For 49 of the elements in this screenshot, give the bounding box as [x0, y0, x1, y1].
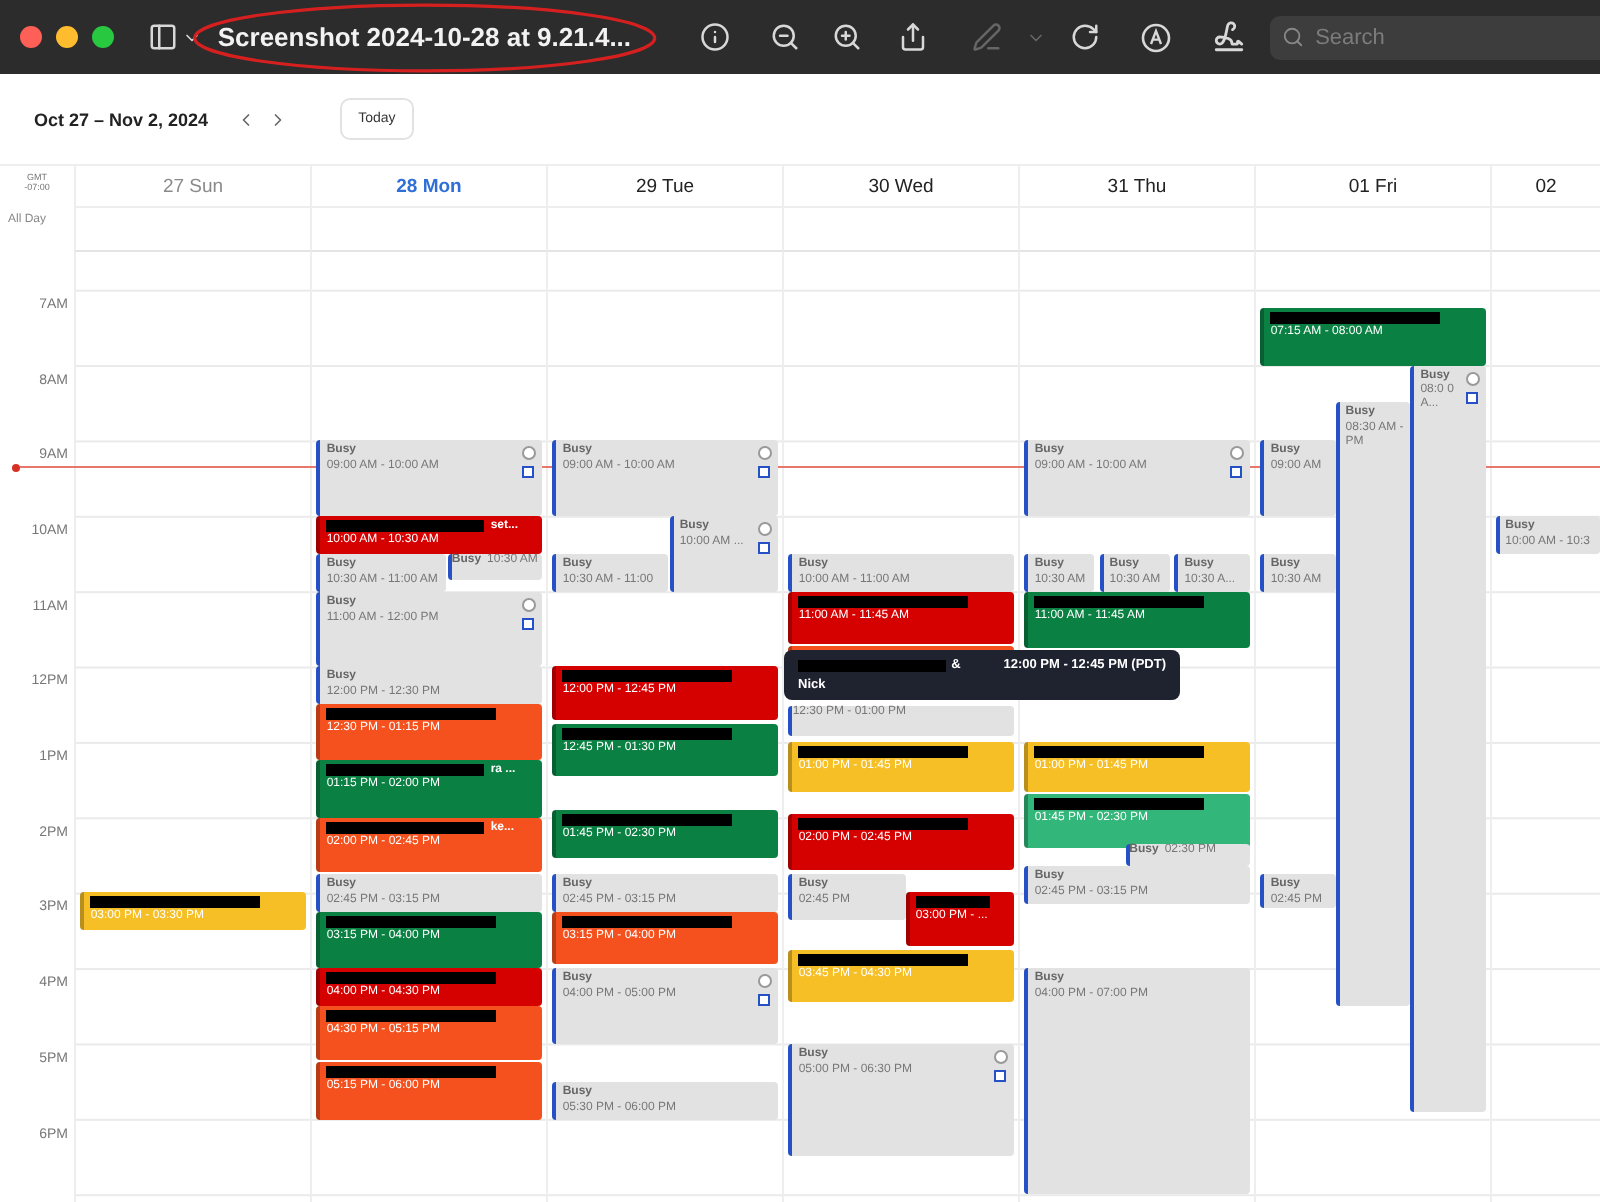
pen-icon[interactable]	[971, 22, 1002, 52]
signature-icon[interactable]	[1211, 20, 1246, 54]
rotate-icon[interactable]	[1069, 22, 1100, 52]
all-day-cell[interactable]	[546, 206, 782, 252]
all-day-cell[interactable]	[74, 206, 310, 252]
circle-icon[interactable]	[1229, 446, 1244, 461]
date-range: Oct 27 – Nov 2, 2024	[34, 109, 209, 129]
day-header[interactable]: 29 Tue	[546, 166, 782, 206]
all-day-cell[interactable]	[1254, 206, 1490, 252]
day-header[interactable]: 01 Fri	[1254, 166, 1490, 206]
share-icon[interactable]	[897, 22, 928, 52]
circle-icon[interactable]	[757, 521, 772, 536]
all-day-cell[interactable]	[782, 206, 1018, 252]
window-title: Screenshot 2024-10-28 at 9.21.4...	[217, 21, 632, 51]
all-day-cell[interactable]	[1490, 206, 1600, 252]
all-day-cell[interactable]	[1018, 206, 1254, 252]
calendar-icon[interactable]	[521, 617, 534, 630]
zoom-in-icon[interactable]	[831, 22, 862, 52]
zoom-button[interactable]	[91, 26, 114, 48]
search-input[interactable]: Search	[1311, 23, 1560, 51]
info-icon[interactable]	[699, 22, 730, 52]
calendar-icon[interactable]	[757, 994, 770, 1007]
calendar-icon[interactable]	[757, 466, 770, 479]
day-header[interactable]: 27 Sun	[74, 166, 310, 206]
circle-icon[interactable]	[521, 446, 536, 461]
markup-icon[interactable]	[1139, 21, 1172, 53]
calendar-icon[interactable]	[757, 541, 770, 554]
redaction-bar	[915, 896, 991, 909]
calendar-icon[interactable]	[1229, 466, 1242, 479]
circle-icon[interactable]	[993, 1049, 1008, 1064]
circle-icon[interactable]	[521, 597, 536, 612]
sidebar-icon[interactable]	[147, 22, 178, 52]
search-field[interactable]: Search	[1269, 15, 1600, 59]
current-time-dot	[12, 463, 20, 472]
circle-icon[interactable]	[757, 446, 772, 461]
close-button[interactable]	[20, 26, 42, 48]
day-header[interactable]: 28 Mon	[310, 166, 546, 206]
all-day-cell[interactable]	[310, 206, 546, 252]
zoom-out-icon[interactable]	[769, 22, 800, 52]
calendar-icon[interactable]	[521, 466, 534, 479]
circle-icon[interactable]	[757, 974, 772, 989]
circle-icon[interactable]	[1465, 371, 1480, 386]
calendar-icon[interactable]	[1465, 391, 1478, 404]
calendar-icon[interactable]	[993, 1069, 1006, 1082]
day-header[interactable]: 30 Wed	[782, 166, 1018, 206]
day-header[interactable]: 31 Thu	[1018, 166, 1254, 206]
minimize-button[interactable]	[55, 26, 78, 48]
search-icon	[1281, 26, 1304, 48]
day-header[interactable]: 02	[1490, 166, 1600, 206]
